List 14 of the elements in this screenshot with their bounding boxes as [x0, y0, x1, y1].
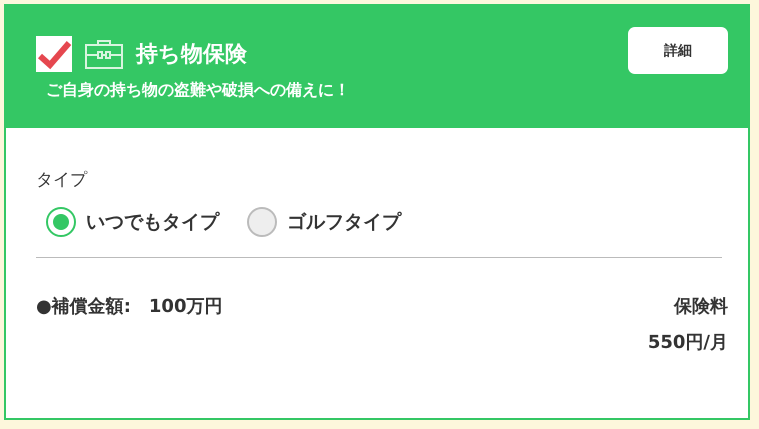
radio-label: ゴルフタイプ [287, 210, 401, 235]
coverage-value: 100万円 [148, 295, 222, 319]
premium-value: 550円/月 [648, 331, 728, 354]
plan-title: 持ち物保険 [136, 41, 247, 69]
type-label: タイプ [36, 169, 88, 191]
coverage-label: ●補償金額: [36, 295, 131, 319]
details-button[interactable]: 詳細 [628, 27, 728, 74]
radio-label: いつでもタイプ [86, 210, 219, 235]
radio-button[interactable] [46, 207, 76, 237]
checkbox[interactable] [36, 36, 72, 72]
briefcase-icon [84, 38, 124, 70]
radio-button[interactable] [247, 207, 277, 237]
plan-subtitle: ご自身の持ち物の盗難や破損への備えに！ [46, 80, 350, 101]
premium-label: 保険料 [674, 295, 728, 318]
